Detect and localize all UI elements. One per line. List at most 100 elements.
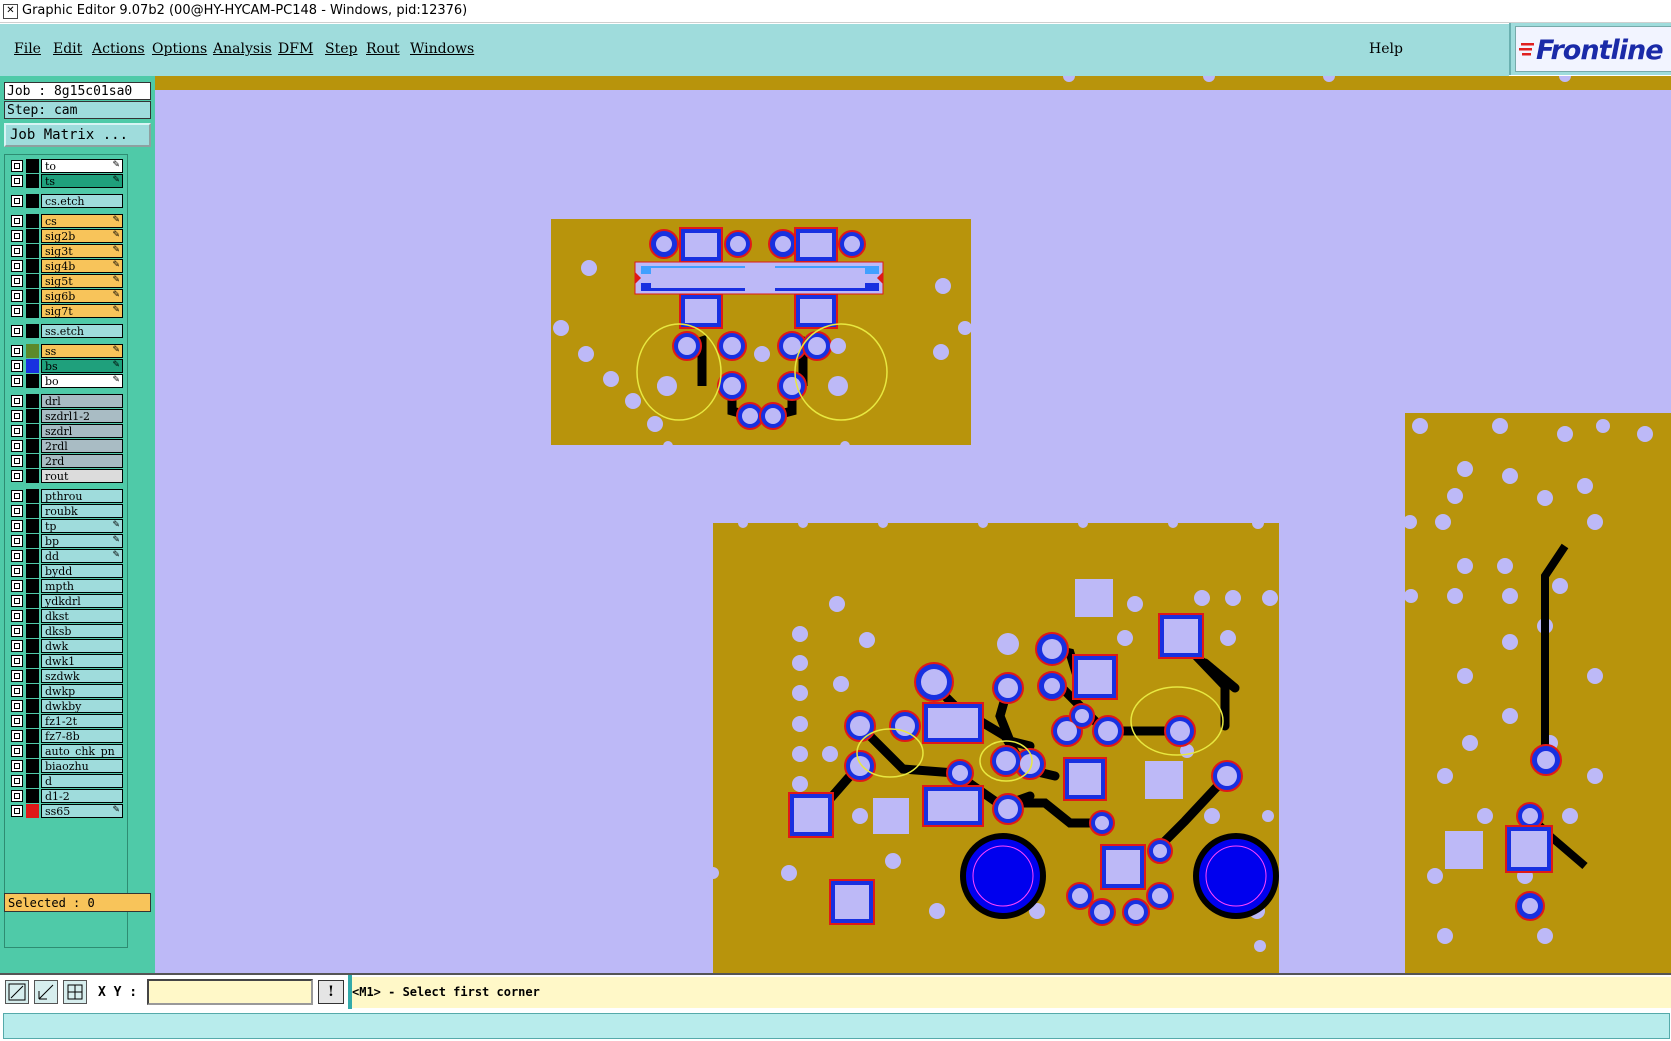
- layer-color-swatch[interactable]: [26, 549, 39, 563]
- layer-checkbox[interactable]: [11, 455, 23, 467]
- layer-color-swatch[interactable]: [26, 374, 39, 388]
- menu-file[interactable]: File: [14, 41, 41, 57]
- layer-row-dwkp[interactable]: dwkp: [9, 684, 123, 698]
- layer-row-fz7-8b[interactable]: fz7-8b: [9, 729, 123, 743]
- layer-color-swatch[interactable]: [26, 159, 39, 173]
- layer-color-swatch[interactable]: [26, 639, 39, 653]
- layer-name[interactable]: roubk: [41, 504, 123, 518]
- layer-checkbox[interactable]: [11, 715, 23, 727]
- layer-color-swatch[interactable]: [26, 804, 39, 818]
- layer-row-sig6b[interactable]: sig6b ✎: [9, 289, 123, 303]
- layer-row-dwkby[interactable]: dwkby: [9, 699, 123, 713]
- layer-checkbox[interactable]: [11, 175, 23, 187]
- layer-name[interactable]: drl: [41, 394, 123, 408]
- layer-name[interactable]: dksb: [41, 624, 123, 638]
- layer-name[interactable]: sig6b: [41, 289, 123, 303]
- layer-row-biaozhu[interactable]: biaozhu: [9, 759, 123, 773]
- layer-color-swatch[interactable]: [26, 394, 39, 408]
- layer-name[interactable]: sig2b: [41, 229, 123, 243]
- layer-row-d1-2[interactable]: d1-2: [9, 789, 123, 803]
- layer-name[interactable]: ts: [41, 174, 123, 188]
- layer-checkbox[interactable]: [11, 195, 23, 207]
- layer-color-swatch[interactable]: [26, 624, 39, 638]
- pcb-view[interactable]: [155, 76, 1671, 973]
- layer-name[interactable]: 2rd: [41, 454, 123, 468]
- job-matrix-button[interactable]: Job Matrix ...: [4, 123, 151, 147]
- layer-checkbox[interactable]: [11, 730, 23, 742]
- layer-color-swatch[interactable]: [26, 789, 39, 803]
- layer-name[interactable]: szdwk: [41, 669, 123, 683]
- layer-row-ts[interactable]: ts ✎: [9, 174, 123, 188]
- layer-name[interactable]: bp: [41, 534, 123, 548]
- layer-row-cs.etch[interactable]: cs.etch: [9, 194, 123, 208]
- layer-color-swatch[interactable]: [26, 304, 39, 318]
- layer-name[interactable]: dwk1: [41, 654, 123, 668]
- layer-checkbox[interactable]: [11, 745, 23, 757]
- layer-color-swatch[interactable]: [26, 259, 39, 273]
- layer-checkbox[interactable]: [11, 595, 23, 607]
- layer-name[interactable]: pthrou: [41, 489, 123, 503]
- layer-color-swatch[interactable]: [26, 729, 39, 743]
- layer-name[interactable]: sig5t: [41, 274, 123, 288]
- xy-input[interactable]: [147, 979, 313, 1005]
- layer-name[interactable]: to: [41, 159, 123, 173]
- snap-tool-button[interactable]: [5, 980, 29, 1004]
- layer-color-swatch[interactable]: [26, 194, 39, 208]
- layer-row-sig4b[interactable]: sig4b ✎: [9, 259, 123, 273]
- layer-name[interactable]: cs: [41, 214, 123, 228]
- layer-checkbox[interactable]: [11, 160, 23, 172]
- layer-color-swatch[interactable]: [26, 669, 39, 683]
- layer-color-swatch[interactable]: [26, 274, 39, 288]
- layer-color-swatch[interactable]: [26, 564, 39, 578]
- layer-checkbox[interactable]: [11, 505, 23, 517]
- layer-checkbox[interactable]: [11, 655, 23, 667]
- layer-color-swatch[interactable]: [26, 454, 39, 468]
- layer-row-to[interactable]: to ✎: [9, 159, 123, 173]
- layer-name[interactable]: d: [41, 774, 123, 788]
- menu-help[interactable]: Help: [1369, 41, 1403, 57]
- layer-name[interactable]: dd: [41, 549, 123, 563]
- layer-checkbox[interactable]: [11, 535, 23, 547]
- layer-row-bp[interactable]: bp ✎: [9, 534, 123, 548]
- layer-name[interactable]: dwkby: [41, 699, 123, 713]
- layer-color-swatch[interactable]: [26, 424, 39, 438]
- layer-row-rout[interactable]: rout: [9, 469, 123, 483]
- layer-color-swatch[interactable]: [26, 504, 39, 518]
- layer-color-swatch[interactable]: [26, 594, 39, 608]
- layer-checkbox[interactable]: [11, 325, 23, 337]
- layer-checkbox[interactable]: [11, 230, 23, 242]
- layer-color-swatch[interactable]: [26, 439, 39, 453]
- layer-row-bo[interactable]: bo ✎: [9, 374, 123, 388]
- layer-row-pthrou[interactable]: pthrou: [9, 489, 123, 503]
- layer-checkbox[interactable]: [11, 215, 23, 227]
- layer-name[interactable]: mpth: [41, 579, 123, 593]
- layer-name[interactable]: sig4b: [41, 259, 123, 273]
- layer-row-sig2b[interactable]: sig2b ✎: [9, 229, 123, 243]
- layer-checkbox[interactable]: [11, 470, 23, 482]
- layer-name[interactable]: bo: [41, 374, 123, 388]
- layer-checkbox[interactable]: [11, 580, 23, 592]
- layer-row-bydd[interactable]: bydd: [9, 564, 123, 578]
- layer-checkbox[interactable]: [11, 760, 23, 772]
- layer-row-auto_chk_pn[interactable]: auto_chk_pn: [9, 744, 123, 758]
- layer-checkbox[interactable]: [11, 245, 23, 257]
- layer-checkbox[interactable]: [11, 440, 23, 452]
- layer-color-swatch[interactable]: [26, 489, 39, 503]
- layer-checkbox[interactable]: [11, 410, 23, 422]
- layer-name[interactable]: d1-2: [41, 789, 123, 803]
- layer-color-swatch[interactable]: [26, 344, 39, 358]
- layer-name[interactable]: bs: [41, 359, 123, 373]
- warning-button[interactable]: !: [318, 980, 344, 1004]
- layer-color-swatch[interactable]: [26, 759, 39, 773]
- menu-rout[interactable]: Rout: [366, 41, 400, 57]
- layer-checkbox[interactable]: [11, 700, 23, 712]
- layer-checkbox[interactable]: [11, 290, 23, 302]
- layer-row-ss.etch[interactable]: ss.etch: [9, 324, 123, 338]
- menu-dfm[interactable]: DFM: [278, 41, 313, 57]
- layer-checkbox[interactable]: [11, 640, 23, 652]
- layer-checkbox[interactable]: [11, 360, 23, 372]
- layer-color-swatch[interactable]: [26, 609, 39, 623]
- layer-checkbox[interactable]: [11, 275, 23, 287]
- grid-tool-button[interactable]: [63, 980, 87, 1004]
- layer-row-fz1-2t[interactable]: fz1-2t: [9, 714, 123, 728]
